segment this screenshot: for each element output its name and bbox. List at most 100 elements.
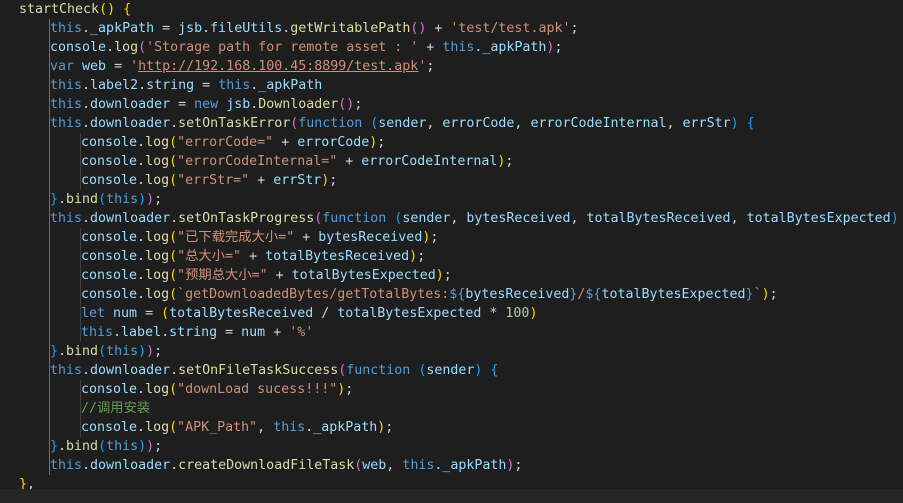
code-line[interactable]: this.downloader.createDownloadFileTask(w…	[50, 456, 522, 475]
code-line[interactable]: console.log("总大小=" + totalBytesReceived)…	[81, 247, 425, 266]
code-token: (	[169, 230, 178, 245]
code-token: console	[81, 230, 138, 245]
code-token: "预期总大小="	[177, 268, 268, 283]
code-line[interactable]: console.log("APK_Path", this._apkPath);	[81, 418, 393, 437]
code-token: this	[402, 458, 435, 473]
code-line[interactable]: this.downloader.setOnTaskProgress(functi…	[50, 209, 903, 228]
code-line[interactable]: this.downloader = new jsb.Downloader();	[50, 95, 362, 114]
code-token: (	[169, 154, 178, 169]
code-token: ;	[417, 249, 426, 264]
code-token: )	[146, 439, 155, 454]
code-token: this	[106, 344, 139, 359]
code-token: this	[50, 97, 83, 112]
code-token: "APK_Path"	[177, 420, 258, 435]
code-token: _apkPath	[90, 21, 155, 36]
code-line[interactable]: }.bind(this));	[50, 437, 162, 456]
code-token: +	[418, 40, 443, 55]
code-token: .	[58, 344, 67, 359]
code-line[interactable]: console.log("预期总大小=" + totalBytesExpecte…	[81, 266, 452, 285]
code-line[interactable]: var web = 'http://192.168.100.45:8899/te…	[50, 57, 434, 76]
code-token: ;	[345, 382, 354, 397]
code-token: .	[82, 97, 91, 112]
code-token: .	[137, 287, 146, 302]
code-line[interactable]: console.log('Storage path for remote ass…	[50, 38, 562, 57]
code-line[interactable]: console.log("已下载完成大小=" + bytesReceived);	[81, 228, 438, 247]
code-token: fileUtils	[210, 21, 283, 36]
code-token: ;	[430, 230, 439, 245]
code-token: errStr	[273, 173, 322, 188]
code-line[interactable]: this.label2.string = this._apkPath	[50, 76, 322, 95]
code-line[interactable]: this._apkPath = jsb.fileUtils.getWritabl…	[50, 19, 579, 38]
code-line[interactable]: this.downloader.setOnTaskError(function …	[50, 114, 755, 133]
code-token: downloader	[90, 211, 171, 226]
code-token: .	[137, 420, 146, 435]
code-token: (	[169, 287, 178, 302]
code-token: ()	[99, 2, 116, 17]
code-token: this	[106, 439, 139, 454]
code-token: ${	[585, 287, 602, 302]
code-token: log	[145, 287, 170, 302]
code-line[interactable]: //调用安装	[81, 399, 150, 418]
code-line[interactable]: }.bind(this));	[50, 190, 162, 209]
code-token: downloader	[90, 458, 171, 473]
code-token: ,	[730, 211, 747, 226]
code-line[interactable]: this.label.string = num + '%'	[81, 323, 313, 342]
code-token: console	[81, 154, 138, 169]
code-token: )	[146, 192, 155, 207]
code-token: {	[490, 363, 499, 378]
code-token: bind	[66, 192, 99, 207]
code-token: this	[50, 116, 83, 131]
code-token: function	[322, 211, 387, 226]
code-token: errorCodeInternal	[530, 116, 667, 131]
code-token: log	[145, 154, 170, 169]
code-line[interactable]: console.log(`getDownloadedBytes/getTotal…	[81, 285, 778, 304]
code-token: console	[81, 249, 138, 264]
code-token: ;	[514, 458, 523, 473]
code-token: ;	[354, 97, 363, 112]
code-line[interactable]: console.log("errorCode=" + errorCode);	[81, 133, 385, 152]
code-token: bind	[66, 344, 99, 359]
code-line[interactable]: console.log("errStr=" + errStr);	[81, 171, 337, 190]
code-token: label2	[90, 78, 139, 93]
code-token: string	[169, 325, 218, 340]
code-line[interactable]: }.bind(this));	[50, 342, 162, 361]
code-token: .	[137, 249, 146, 264]
code-token: setOnTaskProgress	[178, 211, 315, 226]
code-token: *	[481, 306, 506, 321]
code-token: .	[137, 268, 146, 283]
code-token: ,	[514, 116, 531, 131]
code-token: .	[170, 211, 179, 226]
code-token: (	[169, 268, 178, 283]
code-token: "errStr="	[177, 173, 250, 188]
code-editor[interactable]: startCheck() {this._apkPath = jsb.fileUt…	[0, 0, 903, 503]
code-token: totalBytesExpected	[746, 211, 891, 226]
code-token: .	[138, 78, 147, 93]
code-line[interactable]: console.log("downLoad sucess!!!");	[81, 380, 353, 399]
code-token: (	[169, 249, 178, 264]
code-token: ;	[329, 173, 338, 188]
code-token: _apkPath	[258, 78, 323, 93]
code-token: .	[82, 363, 91, 378]
code-token: console	[50, 40, 107, 55]
code-token: .	[137, 230, 146, 245]
code-token: {	[123, 2, 132, 17]
code-line[interactable]: startCheck() {	[19, 0, 131, 19]
code-line[interactable]: console.log("errorCodeInternal=" + error…	[81, 152, 513, 171]
code-token: =	[137, 306, 162, 321]
code-line[interactable]: let num = (totalBytesReceived / totalByt…	[81, 304, 537, 323]
code-token: jsb	[178, 21, 203, 36]
code-token: jsb	[226, 97, 251, 112]
code-token: .	[170, 458, 179, 473]
code-line[interactable]: this.downloader.setOnFileTaskSuccess(fun…	[50, 361, 498, 380]
code-token: totalBytesReceived	[586, 211, 731, 226]
code-token: downloader	[90, 116, 171, 131]
code-token: ${	[449, 287, 466, 302]
code-token: errorCodeInternal	[361, 154, 498, 169]
code-token: )	[138, 439, 147, 454]
code-token: function	[298, 116, 363, 131]
code-token: ;	[154, 439, 163, 454]
code-token: label	[121, 325, 162, 340]
code-token: setOnTaskError	[178, 116, 291, 131]
code-token: ;	[505, 154, 514, 169]
